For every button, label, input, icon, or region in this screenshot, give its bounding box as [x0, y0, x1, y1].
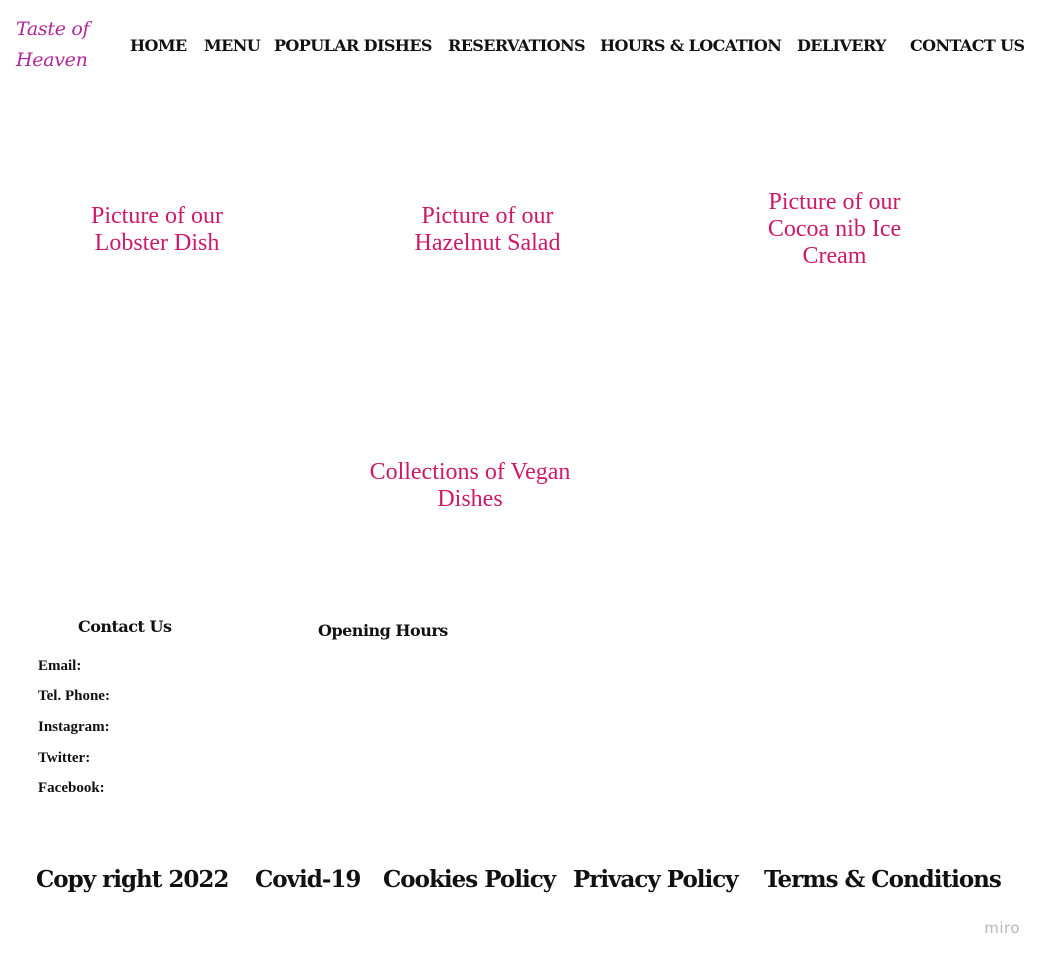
nav-menu[interactable]: MENU [204, 36, 261, 55]
nav-popular-dishes[interactable]: POPULAR DISHES [274, 36, 432, 55]
nav-contact-us[interactable]: CONTACT US [910, 36, 1025, 55]
instagram-label: Instagram: [38, 719, 110, 735]
lobster-dish-caption: Picture of our Lobster Dish [91, 203, 223, 256]
facebook-label: Facebook: [38, 780, 105, 796]
covid-19-link[interactable]: Covid-19 [255, 866, 361, 893]
contact-us-heading: Contact Us [78, 617, 172, 636]
terms-conditions-link[interactable]: Terms & Conditions [764, 866, 1002, 893]
email-label: Email: [38, 658, 82, 674]
vegan-dishes-caption: Collections of Vegan Dishes [369, 459, 571, 512]
twitter-label: Twitter: [38, 750, 91, 766]
phone-label: Tel. Phone: [38, 688, 110, 704]
cocoa-nib-ice-cream-caption: Picture of our Cocoa nib Ice Cream [767, 189, 902, 269]
nav-hours-location[interactable]: HOURS & LOCATION [600, 36, 782, 55]
hazelnut-salad-caption: Picture of our Hazelnut Salad [414, 203, 561, 256]
nav-delivery[interactable]: DELIVERY [797, 36, 886, 55]
opening-hours-heading: Opening Hours [318, 621, 448, 640]
logo-line-1: Taste of [16, 18, 90, 40]
copyright: Copy right 2022 [36, 866, 229, 893]
privacy-policy-link[interactable]: Privacy Policy [573, 866, 739, 893]
logo-line-2: Heaven [16, 49, 88, 71]
cookies-policy-link[interactable]: Cookies Policy [383, 866, 556, 893]
nav-home[interactable]: HOME [130, 36, 187, 55]
miro-watermark: miro [984, 919, 1020, 937]
nav-reservations[interactable]: RESERVATIONS [448, 36, 586, 55]
logo[interactable]: Taste of Heaven [16, 14, 106, 76]
